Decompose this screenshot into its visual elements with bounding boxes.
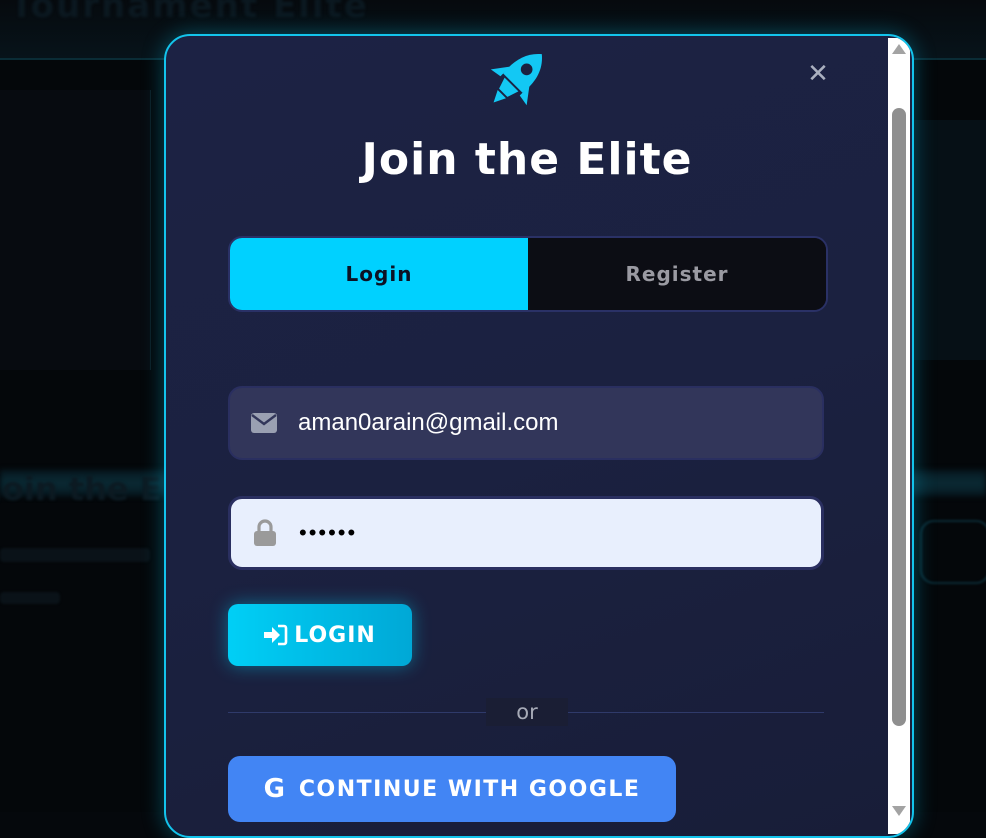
background-heading: Tournament Elite [10, 0, 369, 26]
scroll-thumb[interactable] [892, 108, 906, 726]
auth-modal: ✕ Join the Elite Login Register LOGIN [164, 34, 914, 838]
email-field [228, 386, 824, 460]
login-button-label: LOGIN [294, 622, 376, 648]
auth-tabs: Login Register [228, 236, 828, 312]
background-card [0, 90, 151, 370]
close-button[interactable]: ✕ [802, 58, 834, 90]
rocket-icon [490, 54, 542, 106]
google-signin-button[interactable]: G CONTINUE WITH GOOGLE [228, 756, 676, 822]
scroll-up-arrow-icon[interactable] [892, 44, 906, 54]
divider-or-label: or [486, 698, 568, 726]
sign-in-icon [264, 624, 288, 646]
background-text-line [0, 592, 60, 604]
email-input[interactable] [298, 388, 822, 458]
password-field [228, 496, 824, 570]
modal-scrollbar[interactable] [888, 38, 910, 834]
background-side-pill [920, 520, 986, 584]
tab-login[interactable]: Login [230, 238, 528, 310]
modal-title: Join the Elite [361, 134, 693, 185]
background-side-card [912, 120, 986, 360]
lock-icon [231, 519, 299, 547]
envelope-icon [230, 413, 298, 433]
scroll-down-arrow-icon[interactable] [892, 806, 906, 816]
password-input[interactable] [299, 499, 821, 567]
google-button-label: CONTINUE WITH GOOGLE [298, 776, 641, 802]
login-button[interactable]: LOGIN [228, 604, 412, 666]
google-icon: G [263, 774, 285, 804]
tab-register[interactable]: Register [528, 238, 826, 310]
close-icon: ✕ [807, 59, 829, 89]
background-text-line [0, 548, 150, 562]
